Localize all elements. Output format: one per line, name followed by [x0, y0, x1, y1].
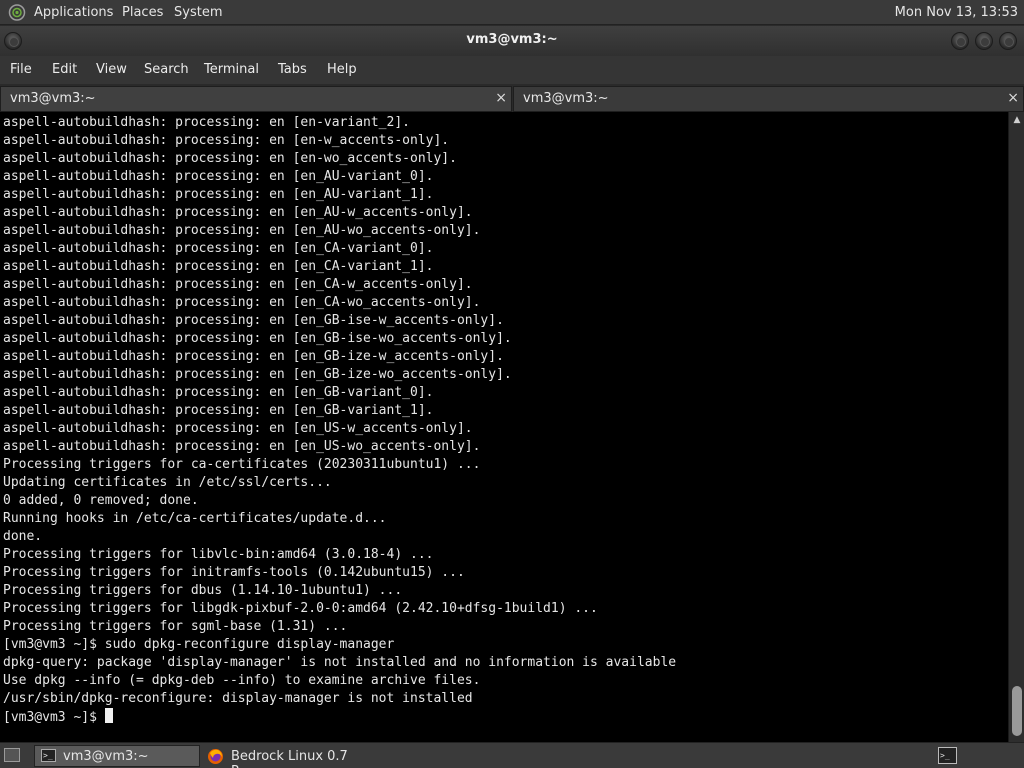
places-menu[interactable]: Places — [122, 0, 163, 25]
terminal-line: aspell-autobuildhash: processing: en [en… — [3, 421, 473, 436]
tab-label: vm3@vm3:~ — [523, 91, 609, 106]
window-titlebar[interactable]: vm3@vm3:~ — [0, 26, 1024, 56]
terminal-prompt-line[interactable]: [vm3@vm3 ~]$ — [3, 708, 676, 726]
terminal-line: aspell-autobuildhash: processing: en [en… — [3, 295, 481, 310]
menu-view[interactable]: View — [96, 56, 127, 84]
menu-file[interactable]: File — [10, 56, 32, 84]
terminal-line: aspell-autobuildhash: processing: en [en… — [3, 187, 434, 202]
tab-bar: vm3@vm3:~ × vm3@vm3:~ × — [0, 84, 1024, 112]
terminal-line: aspell-autobuildhash: processing: en [en… — [3, 223, 481, 238]
bottom-panel: >_ vm3@vm3:~ Bedrock Linux 0.7 P... >_ — [0, 742, 1024, 768]
tray-terminal-icon[interactable]: >_ — [938, 747, 957, 764]
terminal-line: aspell-autobuildhash: processing: en [en… — [3, 439, 481, 454]
terminal-line: Use dpkg --info (= dpkg-deb --info) to e… — [3, 673, 481, 688]
terminal-line: aspell-autobuildhash: processing: en [en… — [3, 151, 457, 166]
tab-close-icon[interactable]: × — [1007, 90, 1019, 106]
terminal-line: aspell-autobuildhash: processing: en [en… — [3, 349, 504, 364]
scroll-up-icon[interactable]: ▲ — [1012, 115, 1022, 125]
terminal-line: [vm3@vm3 ~]$ sudo dpkg-reconfigure displ… — [3, 637, 395, 652]
terminal-line: Running hooks in /etc/ca-certificates/up… — [3, 511, 387, 526]
close-window-button[interactable] — [999, 32, 1017, 50]
top-panel: Applications Places System Mon Nov 13, 1… — [0, 0, 1024, 25]
terminal-line: Processing triggers for dbus (1.14.10-1u… — [3, 583, 403, 598]
terminal-line: Processing triggers for ca-certificates … — [3, 457, 481, 472]
terminal-line: dpkg-query: package 'display-manager' is… — [3, 655, 677, 670]
window-title: vm3@vm3:~ — [466, 32, 558, 47]
minimize-button[interactable] — [951, 32, 969, 50]
system-menu[interactable]: System — [174, 0, 222, 25]
tab-terminal-1[interactable]: vm3@vm3:~ × — [0, 86, 512, 112]
menu-terminal[interactable]: Terminal — [204, 56, 259, 84]
menubar: File Edit View Search Terminal Tabs Help — [0, 56, 1024, 84]
terminal-line: /usr/sbin/dpkg-reconfigure: display-mana… — [3, 691, 473, 706]
terminal-line: aspell-autobuildhash: processing: en [en… — [3, 133, 450, 148]
terminal-line: aspell-autobuildhash: processing: en [en… — [3, 313, 504, 328]
terminal-scrollbar[interactable]: ▲ — [1008, 112, 1024, 742]
menu-edit[interactable]: Edit — [52, 56, 77, 84]
terminal-lines: aspell-autobuildhash: processing: en [en… — [3, 114, 676, 726]
menu-tabs[interactable]: Tabs — [278, 56, 307, 84]
applications-menu[interactable]: Applications — [34, 0, 113, 25]
taskbar-item-firefox[interactable]: Bedrock Linux 0.7 P... — [202, 745, 368, 768]
terminal-line: aspell-autobuildhash: processing: en [en… — [3, 259, 434, 274]
distro-logo-icon[interactable] — [8, 4, 26, 21]
terminal-output[interactable]: aspell-autobuildhash: processing: en [en… — [0, 112, 1008, 742]
terminal-line: 0 added, 0 removed; done. — [3, 493, 199, 508]
terminal-prompt: [vm3@vm3 ~]$ — [3, 710, 105, 725]
terminal-line: Processing triggers for libgdk-pixbuf-2.… — [3, 601, 598, 616]
terminal-line: aspell-autobuildhash: processing: en [en… — [3, 385, 434, 400]
terminal-line: aspell-autobuildhash: processing: en [en… — [3, 241, 434, 256]
firefox-icon — [208, 749, 223, 764]
menu-help[interactable]: Help — [327, 56, 357, 84]
terminal-line: Processing triggers for libvlc-bin:amd64… — [3, 547, 434, 562]
terminal-line: aspell-autobuildhash: processing: en [en… — [3, 205, 473, 220]
terminal-line: aspell-autobuildhash: processing: en [en… — [3, 403, 434, 418]
maximize-button[interactable] — [975, 32, 993, 50]
terminal-line: Processing triggers for initramfs-tools … — [3, 565, 465, 580]
terminal-line: aspell-autobuildhash: processing: en [en… — [3, 277, 473, 292]
terminal-line: aspell-autobuildhash: processing: en [en… — [3, 367, 512, 382]
terminal-icon: >_ — [41, 749, 56, 762]
menu-search[interactable]: Search — [144, 56, 189, 84]
terminal-line: Processing triggers for sgml-base (1.31)… — [3, 619, 348, 634]
task-label: vm3@vm3:~ — [63, 749, 149, 764]
tab-label: vm3@vm3:~ — [10, 91, 96, 106]
taskbar-item-terminal[interactable]: >_ vm3@vm3:~ — [34, 745, 200, 767]
terminal-line: done. — [3, 529, 43, 544]
terminal-line: aspell-autobuildhash: processing: en [en… — [3, 169, 434, 184]
show-desktop-icon[interactable] — [4, 748, 20, 762]
terminal-line: Updating certificates in /etc/ssl/certs.… — [3, 475, 332, 490]
terminal-line: aspell-autobuildhash: processing: en [en… — [3, 115, 410, 130]
task-label: Bedrock Linux 0.7 P... — [231, 749, 348, 768]
clock[interactable]: Mon Nov 13, 13:53 — [895, 0, 1018, 25]
terminal-line: aspell-autobuildhash: processing: en [en… — [3, 331, 512, 346]
terminal-cursor — [104, 708, 113, 723]
scrollbar-thumb[interactable] — [1012, 686, 1022, 736]
tab-close-icon[interactable]: × — [495, 90, 507, 106]
tab-terminal-2[interactable]: vm3@vm3:~ × — [513, 86, 1024, 112]
